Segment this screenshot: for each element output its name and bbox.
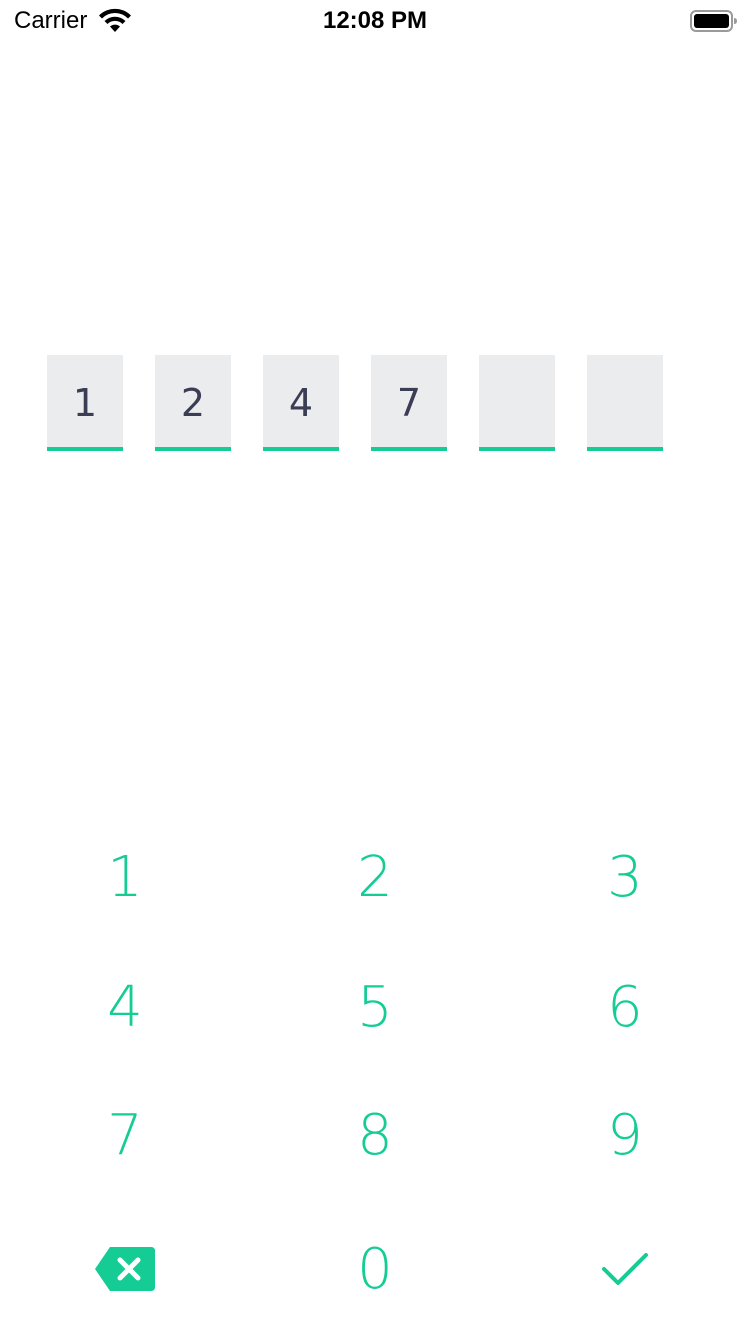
key-8[interactable]: 8	[250, 1070, 500, 1200]
key-0[interactable]: 0	[250, 1204, 500, 1334]
backspace-icon	[94, 1246, 156, 1292]
confirm-button[interactable]	[500, 1204, 750, 1334]
status-bar: Carrier 12:08 PM	[0, 0, 750, 40]
key-2[interactable]: 2	[250, 812, 500, 942]
pin-digit-box	[479, 355, 555, 451]
battery-icon	[690, 9, 738, 33]
pin-digit-box: 7	[371, 355, 447, 451]
pin-code-field[interactable]: 1 2 4 7	[47, 355, 663, 451]
key-9[interactable]: 9	[500, 1070, 750, 1200]
status-time: 12:08 PM	[322, 7, 428, 34]
key-5[interactable]: 5	[250, 942, 500, 1072]
key-1[interactable]: 1	[0, 812, 250, 942]
pin-digit-box: 2	[155, 355, 231, 451]
key-7[interactable]: 7	[0, 1070, 250, 1200]
numeric-keypad: 1 2 3 4 5 6 7 8 9 0	[0, 812, 750, 1334]
key-6[interactable]: 6	[500, 942, 750, 1072]
key-3[interactable]: 3	[500, 812, 750, 942]
pin-digit-box: 1	[47, 355, 123, 451]
checkmark-icon	[600, 1249, 650, 1289]
pin-digit-box	[587, 355, 663, 451]
pin-digit-box: 4	[263, 355, 339, 451]
key-4[interactable]: 4	[0, 942, 250, 1072]
delete-button[interactable]	[0, 1204, 250, 1334]
